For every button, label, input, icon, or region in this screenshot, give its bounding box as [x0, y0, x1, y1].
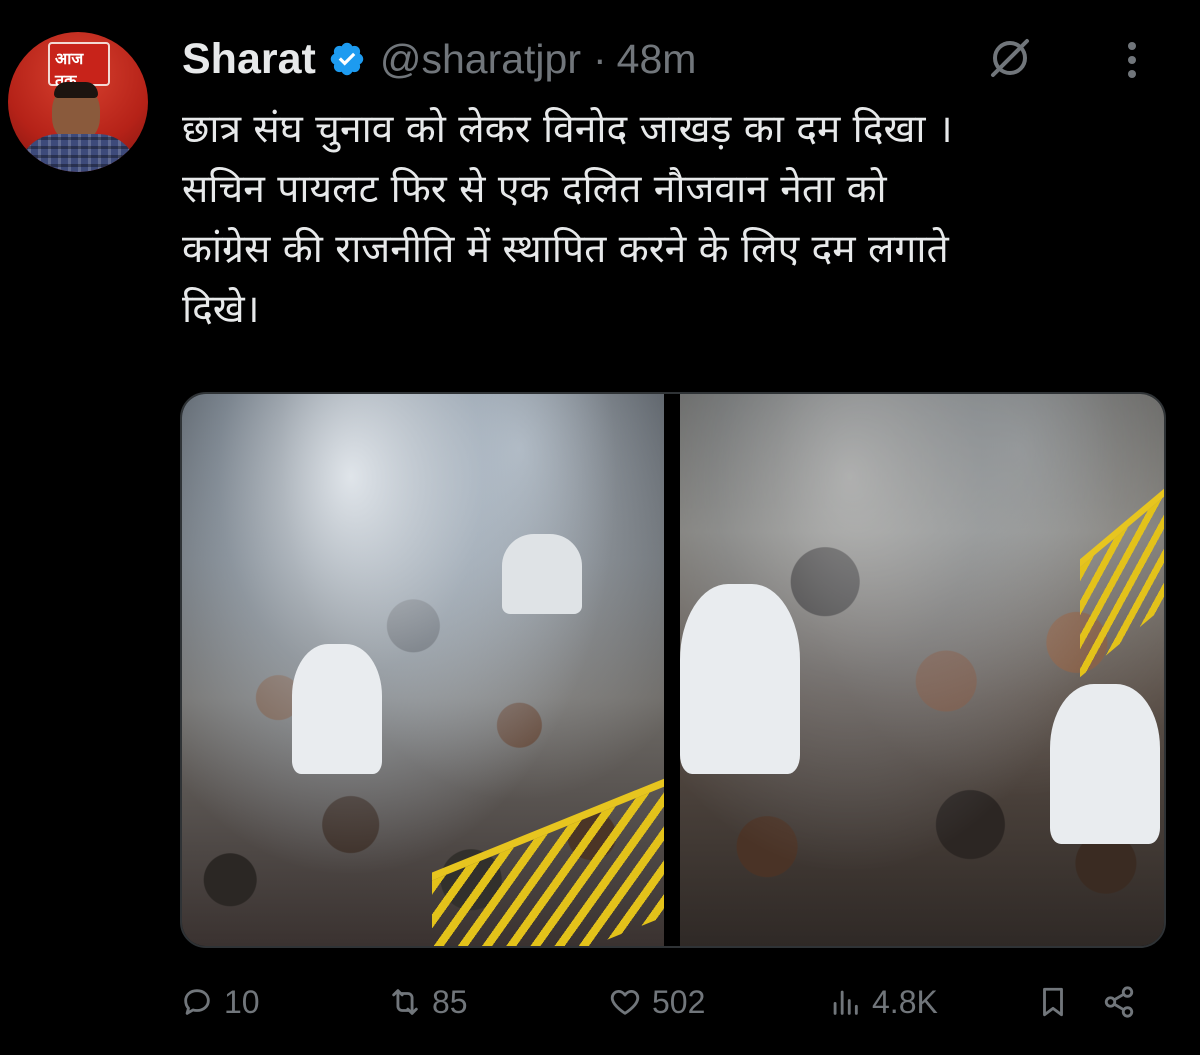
protester-figure: [502, 534, 582, 614]
views-button[interactable]: 4.8K: [828, 972, 938, 1032]
channel-logo: आज तक: [48, 42, 110, 90]
dot-separator: ·: [592, 35, 607, 82]
protester-figure: [1050, 684, 1160, 844]
share-button[interactable]: [1102, 972, 1136, 1032]
more-icon[interactable]: [1118, 40, 1146, 82]
repost-icon: [392, 989, 418, 1015]
leader-figure: [292, 644, 382, 774]
tweet-actions: 10 85 502 4.8K: [180, 972, 1160, 1032]
grok-icon[interactable]: [986, 34, 1034, 82]
reply-count: 10: [224, 983, 260, 1020]
leader-figure: [680, 584, 800, 774]
photo-water-cannon-crowd[interactable]: [182, 394, 664, 946]
views-icon: [833, 990, 858, 1015]
tweet[interactable]: आज तक Sharat @sharatjpr · 48m छात्र संघ …: [0, 0, 1200, 1055]
author-name[interactable]: Sharat: [182, 35, 316, 84]
bookmark-button[interactable]: [1036, 972, 1070, 1032]
like-icon: [610, 989, 640, 1015]
avatar-hair: [54, 82, 98, 98]
repost-button[interactable]: 85: [388, 972, 468, 1032]
like-count: 502: [652, 983, 706, 1020]
post-time[interactable]: 48m: [617, 36, 697, 83]
bookmark-icon: [1043, 987, 1063, 1017]
tweet-media[interactable]: [180, 392, 1166, 948]
views-count: 4.8K: [872, 983, 938, 1020]
verified-badge-icon[interactable]: [328, 40, 366, 78]
repost-count: 85: [432, 983, 468, 1020]
avatar-shirt: [18, 134, 138, 172]
author-avatar[interactable]: आज तक: [8, 32, 148, 172]
media-gap: [664, 394, 680, 946]
author-handle[interactable]: @sharatjpr: [380, 36, 581, 83]
reply-icon: [184, 989, 210, 1015]
photo-crowd-closeup[interactable]: [680, 394, 1164, 946]
tweet-header: Sharat @sharatjpr · 48m: [182, 32, 696, 86]
share-icon: [1104, 986, 1134, 1018]
like-button[interactable]: 502: [608, 972, 705, 1032]
tweet-text: छात्र संघ चुनाव को लेकर विनोद जाखड़ का द…: [182, 107, 953, 332]
reply-button[interactable]: 10: [180, 972, 260, 1032]
